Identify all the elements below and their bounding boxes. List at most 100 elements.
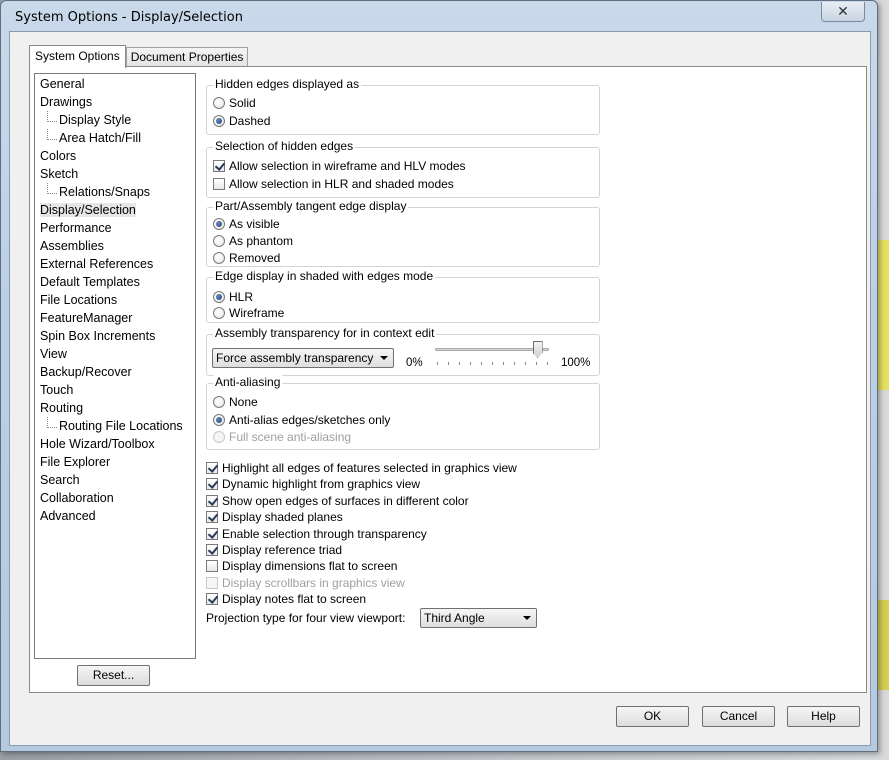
radio-hlr-control[interactable] — [213, 291, 225, 303]
radio-as-phantom[interactable]: As phantom — [213, 233, 293, 249]
nav-item-label: Area Hatch/Fill — [59, 131, 141, 145]
radio-aa-none[interactable]: None — [213, 394, 258, 410]
radio-aa-none-control[interactable] — [213, 396, 225, 408]
display-checkbox: Display scrollbars in graphics view — [206, 575, 405, 591]
nav-item-drawings[interactable]: Drawings — [35, 93, 195, 111]
tab-document-properties[interactable]: Document Properties — [125, 47, 249, 67]
checkbox-label: Display notes flat to screen — [222, 592, 367, 607]
radio-as-visible-control[interactable] — [213, 218, 225, 230]
display-checkbox[interactable]: Display reference triad — [206, 542, 342, 558]
nav-item-area-hatch-fill[interactable]: Area Hatch/Fill — [35, 129, 195, 147]
assembly-transparency-group: Assembly transparency for in context edi… — [206, 326, 600, 376]
check-wireframe-hlv[interactable]: Allow selection in wireframe and HLV mod… — [213, 158, 466, 174]
checkbox-box[interactable] — [206, 527, 218, 540]
checkbox-box[interactable] — [206, 478, 218, 491]
radio-as-visible[interactable]: As visible — [213, 216, 280, 232]
display-checkbox[interactable]: Display notes flat to screen — [206, 591, 366, 607]
nav-item-performance[interactable]: Performance — [35, 219, 195, 237]
nav-item-assemblies[interactable]: Assemblies — [35, 237, 195, 255]
nav-item-touch[interactable]: Touch — [35, 381, 195, 399]
radio-dashed-control[interactable] — [213, 115, 225, 127]
nav-item-general[interactable]: General — [35, 75, 195, 93]
nav-item-search[interactable]: Search — [35, 471, 195, 489]
checkbox-label: Display dimensions flat to screen — [222, 559, 398, 574]
radio-wireframe[interactable]: Wireframe — [213, 305, 284, 321]
display-checkbox[interactable]: Display dimensions flat to screen — [206, 558, 397, 574]
nav-item-label: Spin Box Increments — [40, 329, 156, 343]
check-hlr-shaded-label: Allow selection in HLR and shaded modes — [229, 177, 454, 191]
tab-strip: System Options Document Properties — [29, 45, 249, 68]
nav-item-advanced[interactable]: Advanced — [35, 507, 195, 525]
slider-tick — [459, 362, 460, 365]
display-checkbox[interactable]: Highlight all edges of features selected… — [206, 460, 517, 476]
slider-tick — [470, 362, 471, 365]
radio-solid-label: Solid — [229, 96, 256, 110]
transparency-combo-value: Force assembly transparency — [216, 351, 374, 365]
transparency-slider-track[interactable] — [435, 348, 549, 351]
checkbox-box[interactable] — [206, 462, 218, 474]
radio-aa-edges-control[interactable] — [213, 414, 225, 426]
nav-item-label: Touch — [40, 383, 74, 397]
nav-item-display-style[interactable]: Display Style — [35, 111, 195, 129]
radio-aa-full: Full scene anti-aliasing — [213, 429, 351, 445]
nav-item-display-selection[interactable]: Display/Selection — [35, 201, 195, 219]
radio-wireframe-control[interactable] — [213, 307, 225, 319]
nav-item-label: Hole Wizard/Toolbox — [40, 437, 155, 451]
checkbox-box[interactable] — [206, 494, 218, 507]
tab-system-options[interactable]: System Options — [29, 45, 126, 68]
check-hlr-shaded-box[interactable] — [213, 178, 225, 190]
display-checkbox[interactable]: Dynamic highlight from graphics view — [206, 476, 420, 492]
nav-item-spin-box-increments[interactable]: Spin Box Increments — [35, 327, 195, 345]
close-button[interactable]: ✕ — [821, 2, 865, 22]
display-checkbox[interactable]: Enable selection through transparency — [206, 526, 427, 542]
checkbox-box[interactable] — [206, 511, 218, 524]
nav-item-sketch[interactable]: Sketch — [35, 165, 195, 183]
nav-item-label: File Explorer — [40, 455, 111, 469]
nav-item-label: Colors — [40, 149, 77, 163]
slider-tick — [514, 362, 515, 365]
radio-removed-control[interactable] — [213, 252, 225, 264]
ok-button[interactable]: OK — [616, 706, 689, 727]
reset-button[interactable]: Reset... — [77, 665, 150, 686]
radio-aa-full-label: Full scene anti-aliasing — [229, 430, 352, 444]
radio-hlr[interactable]: HLR — [213, 289, 253, 305]
nav-item-view[interactable]: View — [35, 345, 195, 363]
nav-item-colors[interactable]: Colors — [35, 147, 195, 165]
radio-removed[interactable]: Removed — [213, 250, 280, 266]
nav-item-routing[interactable]: Routing — [35, 399, 195, 417]
nav-item-collaboration[interactable]: Collaboration — [35, 489, 195, 507]
nav-item-hole-wizard-toolbox[interactable]: Hole Wizard/Toolbox — [35, 435, 195, 453]
check-wireframe-hlv-box[interactable] — [213, 160, 225, 172]
checkbox-box[interactable] — [206, 544, 218, 556]
nav-item-relations-snaps[interactable]: Relations/Snaps — [35, 183, 195, 201]
radio-aa-edges[interactable]: Anti-alias edges/sketches only — [213, 412, 390, 428]
display-checkbox[interactable]: Display shaded planes — [206, 509, 343, 525]
display-checkbox[interactable]: Show open edges of surfaces in different… — [206, 493, 469, 509]
projection-combo[interactable]: Third Angle — [420, 608, 537, 628]
radio-removed-label: Removed — [229, 251, 281, 265]
radio-as-phantom-label: As phantom — [229, 234, 294, 248]
radio-dashed[interactable]: Dashed — [213, 113, 270, 129]
checkbox-box[interactable] — [206, 593, 218, 606]
nav-item-featuremanager[interactable]: FeatureManager — [35, 309, 195, 327]
nav-item-label: Performance — [40, 221, 112, 235]
help-button[interactable]: Help — [787, 706, 860, 727]
transparency-combo[interactable]: Force assembly transparency — [212, 348, 394, 368]
nav-item-routing-file-locations[interactable]: Routing File Locations — [35, 417, 195, 435]
radio-as-phantom-control[interactable] — [213, 235, 225, 247]
checkbox-box[interactable] — [206, 560, 218, 573]
check-hlr-shaded[interactable]: Allow selection in HLR and shaded modes — [213, 176, 454, 192]
radio-solid[interactable]: Solid — [213, 95, 256, 111]
transparency-slider-thumb[interactable] — [532, 341, 543, 358]
checkbox-label: Display shaded planes — [222, 510, 343, 525]
cancel-button[interactable]: Cancel — [702, 706, 775, 727]
nav-item-default-templates[interactable]: Default Templates — [35, 273, 195, 291]
nav-item-external-references[interactable]: External References — [35, 255, 195, 273]
nav-item-label: Display/Selection — [40, 203, 136, 217]
nav-item-backup-recover[interactable]: Backup/Recover — [35, 363, 195, 381]
options-tree: General Drawings Display Style Area Hatch/F… — [34, 73, 196, 659]
radio-solid-control[interactable] — [213, 97, 225, 109]
nav-item-label: General — [40, 77, 85, 91]
nav-item-file-explorer[interactable]: File Explorer — [35, 453, 195, 471]
nav-item-file-locations[interactable]: File Locations — [35, 291, 195, 309]
